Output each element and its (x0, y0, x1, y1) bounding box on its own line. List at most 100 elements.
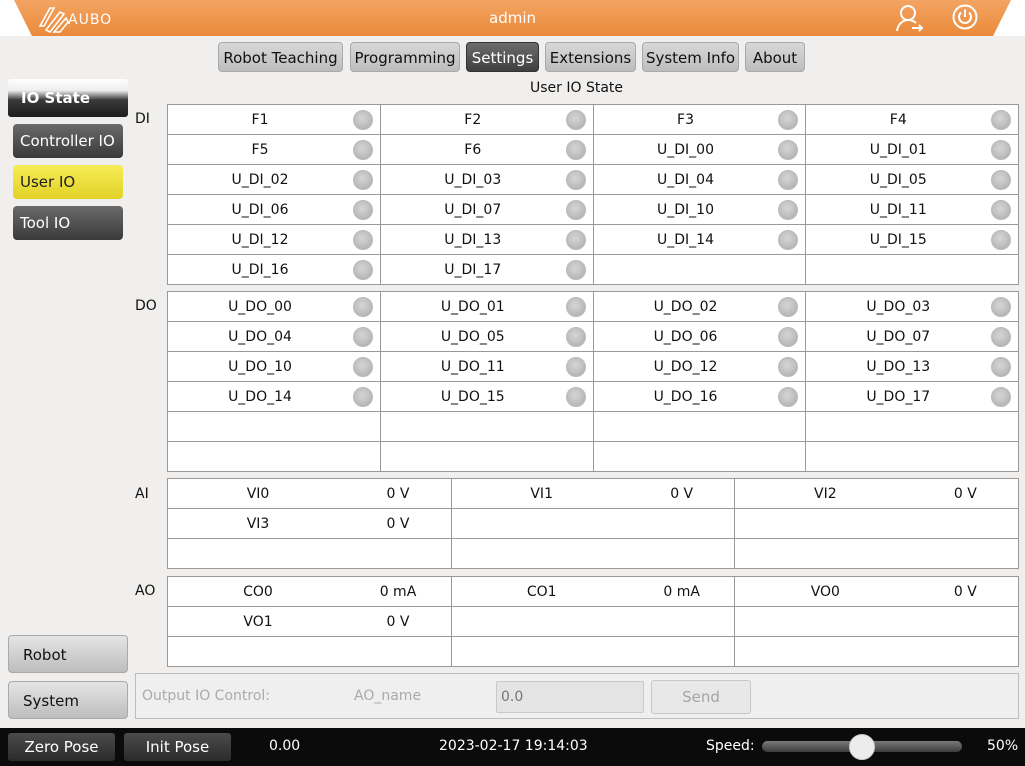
io-cell-u-di-15: U_DI_15 (806, 225, 1019, 255)
io-cell-u-di-02: U_DI_02 (168, 165, 381, 195)
analog-cell-vi2: VI2 0 V (735, 479, 1020, 509)
io-name: U_DI_02 (231, 172, 289, 188)
io-cell-u-di-04: U_DI_04 (593, 165, 807, 195)
sidebar-item-user-io[interactable]: User IO (13, 165, 123, 199)
analog-value: 0 mA (379, 584, 417, 600)
output-value-input[interactable] (496, 681, 644, 713)
speed-slider-thumb[interactable] (849, 734, 875, 760)
footer: Zero Pose Init Pose 0.00 2023-02-17 19:1… (0, 728, 1025, 766)
io-cell-f3: F3 (593, 105, 807, 135)
io-status-led (778, 170, 799, 190)
io-status-led (352, 110, 373, 130)
tab-robot-teaching[interactable]: Robot Teaching (218, 42, 343, 72)
empty-cell (735, 509, 1020, 539)
speed-value: 50% (987, 738, 1019, 754)
io-status-led (778, 140, 799, 160)
analog-value: 0 V (386, 614, 410, 630)
app-window: AUBO admin Robot Teaching Programming Se… (0, 0, 1025, 766)
output-name: AO_name (354, 688, 422, 704)
analog-name: VI2 (814, 486, 837, 502)
io-name: U_DO_15 (440, 389, 505, 405)
io-status-led (778, 357, 799, 377)
current-user: admin (489, 9, 536, 27)
io-name: U_DO_04 (228, 329, 292, 345)
analog-cell-co0: CO0 0 mA (168, 577, 452, 607)
analog-value: 0 V (953, 486, 977, 502)
io-cell-u-di-12: U_DI_12 (168, 225, 381, 255)
empty-cell (735, 637, 1020, 667)
sidebar-item-system[interactable]: System (8, 681, 128, 719)
ai-grid: VI0 0 V VI1 0 V VI2 0 V VI3 0 V (167, 478, 1020, 569)
io-cell-u-di-16: U_DI_16 (168, 255, 381, 285)
send-button[interactable]: Send (651, 680, 751, 714)
analog-cell-co1: CO1 0 mA (451, 577, 736, 607)
analog-name: VI3 (246, 516, 270, 532)
io-cell-u-do-15: U_DO_15 (380, 382, 594, 412)
io-status-led (565, 327, 586, 347)
io-name: F5 (251, 142, 269, 158)
io-name: U_DO_11 (440, 359, 505, 375)
empty-cell (735, 607, 1020, 637)
io-name: U_DI_10 (657, 202, 714, 218)
io-name: U_DI_14 (657, 232, 714, 248)
empty-cell (806, 412, 1019, 442)
sidebar-item-tool-io[interactable]: Tool IO (13, 206, 123, 240)
position-value: 0.00 (269, 738, 301, 754)
io-name: U_DI_07 (444, 202, 502, 218)
init-pose-button[interactable]: Init Pose (124, 733, 231, 761)
empty-cell (593, 412, 807, 442)
di-row: F5 F6 U_DI_00 U_DI_01 (168, 135, 1019, 165)
tab-settings[interactable]: Settings (466, 42, 539, 72)
empty-cell (168, 442, 381, 472)
io-name: U_DO_02 (653, 299, 718, 315)
io-name: U_DO_13 (866, 359, 931, 375)
io-status-led (565, 357, 586, 377)
io-name: F6 (464, 142, 482, 158)
power-icon[interactable] (952, 4, 978, 30)
io-cell-u-do-07: U_DO_07 (806, 322, 1019, 352)
io-status-led (778, 327, 799, 347)
io-status-led (565, 140, 586, 160)
io-status-led (352, 327, 373, 347)
io-name: U_DI_12 (231, 232, 289, 248)
io-status-led (778, 200, 799, 220)
io-name: U_DI_11 (869, 202, 927, 218)
io-name: U_DI_03 (444, 172, 502, 188)
di-row: U_DI_06 U_DI_07 U_DI_10 U_DI_11 (168, 195, 1019, 225)
ao-row: CO0 0 mA CO1 0 mA VO0 0 V (168, 577, 1020, 607)
sidebar-item-robot[interactable]: Robot (8, 635, 128, 673)
tab-about[interactable]: About (745, 42, 805, 72)
io-status-led (565, 170, 586, 190)
io-status-led (565, 260, 586, 280)
tab-programming[interactable]: Programming (350, 42, 460, 72)
io-status-led (352, 260, 373, 280)
io-name: U_DI_16 (231, 262, 289, 278)
ao-label: AO (135, 583, 156, 599)
io-status-led (778, 110, 799, 130)
di-row: U_DI_02 U_DI_03 U_DI_04 U_DI_05 (168, 165, 1019, 195)
analog-name: VI1 (530, 486, 553, 502)
analog-value: 0 V (953, 584, 977, 600)
user-icon[interactable] (894, 3, 924, 33)
empty-cell (735, 539, 1020, 569)
io-status-led (991, 297, 1011, 317)
do-label: DO (135, 298, 157, 314)
io-status-led (991, 357, 1011, 377)
io-name: U_DO_01 (440, 299, 505, 315)
io-name: U_DO_14 (228, 389, 292, 405)
empty-cell (451, 539, 736, 569)
io-status-led (778, 297, 799, 317)
do-row: U_DO_14 U_DO_15 U_DO_16 U_DO_17 (168, 382, 1019, 412)
ao-grid: CO0 0 mA CO1 0 mA VO0 0 V VO1 0 V (167, 576, 1020, 667)
ao-row (168, 637, 1020, 667)
sidebar-item-controller-io[interactable]: Controller IO (13, 124, 123, 158)
tab-extensions[interactable]: Extensions (545, 42, 636, 72)
analog-name: CO0 (243, 584, 273, 600)
zero-pose-button[interactable]: Zero Pose (8, 733, 115, 761)
io-cell-u-do-03: U_DO_03 (806, 292, 1019, 322)
tab-system-info[interactable]: System Info (642, 42, 739, 72)
io-cell-u-do-02: U_DO_02 (593, 292, 807, 322)
io-status-led (352, 387, 373, 407)
io-name: U_DO_00 (228, 299, 292, 315)
io-status-led (352, 200, 373, 220)
